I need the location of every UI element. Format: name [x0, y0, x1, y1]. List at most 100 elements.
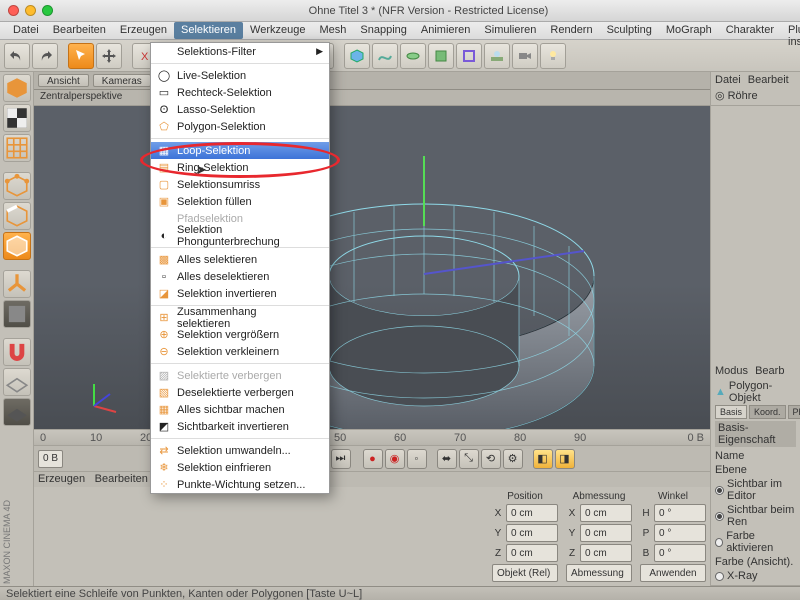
add-spline-button[interactable] — [372, 43, 398, 69]
menu-selektieren[interactable]: Selektieren — [174, 22, 243, 39]
menu-ring-selektion[interactable]: ▤Ring-Selektion — [151, 159, 329, 176]
tab-basis[interactable]: Basis — [715, 405, 747, 419]
edge-mode-button[interactable] — [3, 202, 31, 230]
point-mode-button[interactable] — [3, 172, 31, 200]
pos-y-field[interactable]: 0 cm — [506, 524, 558, 542]
menu-rechteck-selektion[interactable]: ▭Rechteck-Selektion — [151, 84, 329, 101]
timeline-ruler[interactable]: 0 10 20 50 60 70 80 90 0 B — [34, 429, 710, 445]
menu-simulieren[interactable]: Simulieren — [477, 22, 543, 39]
tab-bearb[interactable]: Bearb — [755, 365, 784, 377]
menu-selektions-filter[interactable]: Selektions-Filter▶ — [151, 43, 329, 60]
menu-mesh[interactable]: Mesh — [312, 22, 353, 39]
menu-snapping[interactable]: Snapping — [353, 22, 414, 39]
add-environment-button[interactable] — [484, 43, 510, 69]
tab-bearbeit[interactable]: Bearbeit — [748, 74, 789, 86]
tab-phong[interactable]: Pha — [788, 405, 800, 419]
uv-mode-button[interactable] — [3, 134, 31, 162]
dim-mode-select[interactable]: Abmessung — [566, 564, 632, 582]
menu-alles-selektieren[interactable]: ▩Alles selektieren — [151, 251, 329, 268]
menu-erzeugen[interactable]: Erzeugen — [113, 22, 174, 39]
menu-sculpting[interactable]: Sculpting — [600, 22, 659, 39]
model-mode-button[interactable] — [3, 74, 31, 102]
dim-z-field[interactable]: 0 cm — [580, 544, 632, 562]
menu-lasso-selektion[interactable]: ʘLasso-Selektion — [151, 101, 329, 118]
menu-rendern[interactable]: Rendern — [543, 22, 599, 39]
menu-verkleinern[interactable]: ⊖Selektion verkleinern — [151, 343, 329, 360]
key-rot-button[interactable]: ⟲ — [481, 449, 501, 469]
menu-alles-deselektieren[interactable]: ▫Alles deselektieren — [151, 268, 329, 285]
radio-xray[interactable] — [715, 572, 724, 581]
radio-color[interactable] — [715, 538, 723, 547]
move-tool-button[interactable] — [96, 43, 122, 69]
menu-datei[interactable]: Datei — [6, 22, 46, 39]
apply-button[interactable]: Anwenden — [640, 564, 706, 582]
menu-selektion-umwandeln[interactable]: ⇄Selektion umwandeln... — [151, 442, 329, 459]
menu-selektionsumriss[interactable]: ▢Selektionsumriss — [151, 176, 329, 193]
workplane-button[interactable] — [3, 368, 31, 396]
menu-sichtbarkeit-invertieren[interactable]: ◩Sichtbarkeit invertieren — [151, 418, 329, 435]
time-from-field[interactable]: 0 B — [38, 450, 63, 468]
menu-plugins[interactable]: Plug-ins — [781, 22, 800, 39]
menu-vergroessern[interactable]: ⊕Selektion vergrößern — [151, 326, 329, 343]
minimize-window-icon[interactable] — [25, 5, 36, 16]
menu-selektion-fuellen[interactable]: ▣Selektion füllen — [151, 193, 329, 210]
tab-datei[interactable]: Datei — [715, 74, 741, 86]
menu-bearbeiten[interactable]: Bearbeiten — [46, 22, 113, 39]
key-param-button[interactable]: ⚙ — [503, 449, 523, 469]
menu-werkzeuge[interactable]: Werkzeuge — [243, 22, 312, 39]
add-cube-button[interactable] — [344, 43, 370, 69]
add-light-button[interactable] — [540, 43, 566, 69]
tab-koord[interactable]: Koord. — [749, 405, 786, 419]
dim-y-field[interactable]: 0 cm — [580, 524, 632, 542]
add-deformer-button[interactable] — [456, 43, 482, 69]
menu-selektion-einfrieren[interactable]: ❄Selektion einfrieren — [151, 459, 329, 476]
goto-end-button[interactable]: ⏭ — [331, 449, 351, 469]
menu-deselektierte-verbergen[interactable]: ▧Deselektierte verbergen — [151, 384, 329, 401]
dim-x-field[interactable]: 0 cm — [580, 504, 632, 522]
menu-phong-break[interactable]: ◐Selektion Phongunterbrechung — [151, 227, 329, 244]
viewport-solo-button[interactable] — [3, 300, 31, 328]
object-name[interactable]: Röhre — [728, 90, 758, 102]
menu-animieren[interactable]: Animieren — [414, 22, 478, 39]
key-pos-button[interactable]: ⬌ — [437, 449, 457, 469]
tab-erzeugen[interactable]: Erzeugen — [38, 473, 85, 486]
record-button[interactable]: ● — [363, 449, 383, 469]
redo-button[interactable] — [32, 43, 58, 69]
rot-b-field[interactable]: 0 ° — [654, 544, 706, 562]
key-selection-button[interactable]: ◦ — [407, 449, 427, 469]
tab-bearbeiten[interactable]: Bearbeiten — [95, 473, 148, 486]
texture-mode-button[interactable] — [3, 104, 31, 132]
key-pla-button[interactable]: ◧ — [533, 449, 553, 469]
rot-h-field[interactable]: 0 ° — [654, 504, 706, 522]
axis-mode-button[interactable] — [3, 270, 31, 298]
pos-x-field[interactable]: 0 cm — [506, 504, 558, 522]
tab-modus[interactable]: Modus — [715, 365, 748, 377]
radio-editor[interactable] — [715, 486, 724, 495]
undo-button[interactable] — [4, 43, 30, 69]
menu-loop-selektion[interactable]: ▦Loop-Selektion — [151, 142, 329, 159]
key-point-button[interactable]: ◨ — [555, 449, 575, 469]
radio-render[interactable] — [715, 512, 724, 521]
add-generator-button[interactable] — [428, 43, 454, 69]
menu-mograph[interactable]: MoGraph — [659, 22, 719, 39]
select-tool-button[interactable] — [68, 43, 94, 69]
tab-kameras[interactable]: Kameras — [93, 74, 151, 87]
menu-selektion-invertieren[interactable]: ◪Selektion invertieren — [151, 285, 329, 302]
viewport[interactable] — [34, 106, 710, 429]
menu-charakter[interactable]: Charakter — [719, 22, 781, 39]
autokey-button[interactable]: ◉ — [385, 449, 405, 469]
menu-polygon-selektion[interactable]: ⬠Polygon-Selektion — [151, 118, 329, 135]
menu-zusammenhang[interactable]: ⊞Zusammenhang selektieren — [151, 309, 329, 326]
coord-mode-select[interactable]: Objekt (Rel) — [492, 564, 558, 582]
close-window-icon[interactable] — [8, 5, 19, 16]
menu-live-selektion[interactable]: ◯Live-Selektion — [151, 67, 329, 84]
add-nurbs-button[interactable] — [400, 43, 426, 69]
add-camera-button[interactable] — [512, 43, 538, 69]
menu-punkte-wichtung[interactable]: ⁘Punkte-Wichtung setzen... — [151, 476, 329, 493]
menu-alles-sichtbar[interactable]: ▦Alles sichtbar machen — [151, 401, 329, 418]
tab-ansicht[interactable]: Ansicht — [38, 74, 89, 87]
key-scale-button[interactable]: ⤡ — [459, 449, 479, 469]
pos-z-field[interactable]: 0 cm — [506, 544, 558, 562]
locked-workplane-button[interactable] — [3, 398, 31, 426]
rot-p-field[interactable]: 0 ° — [654, 524, 706, 542]
